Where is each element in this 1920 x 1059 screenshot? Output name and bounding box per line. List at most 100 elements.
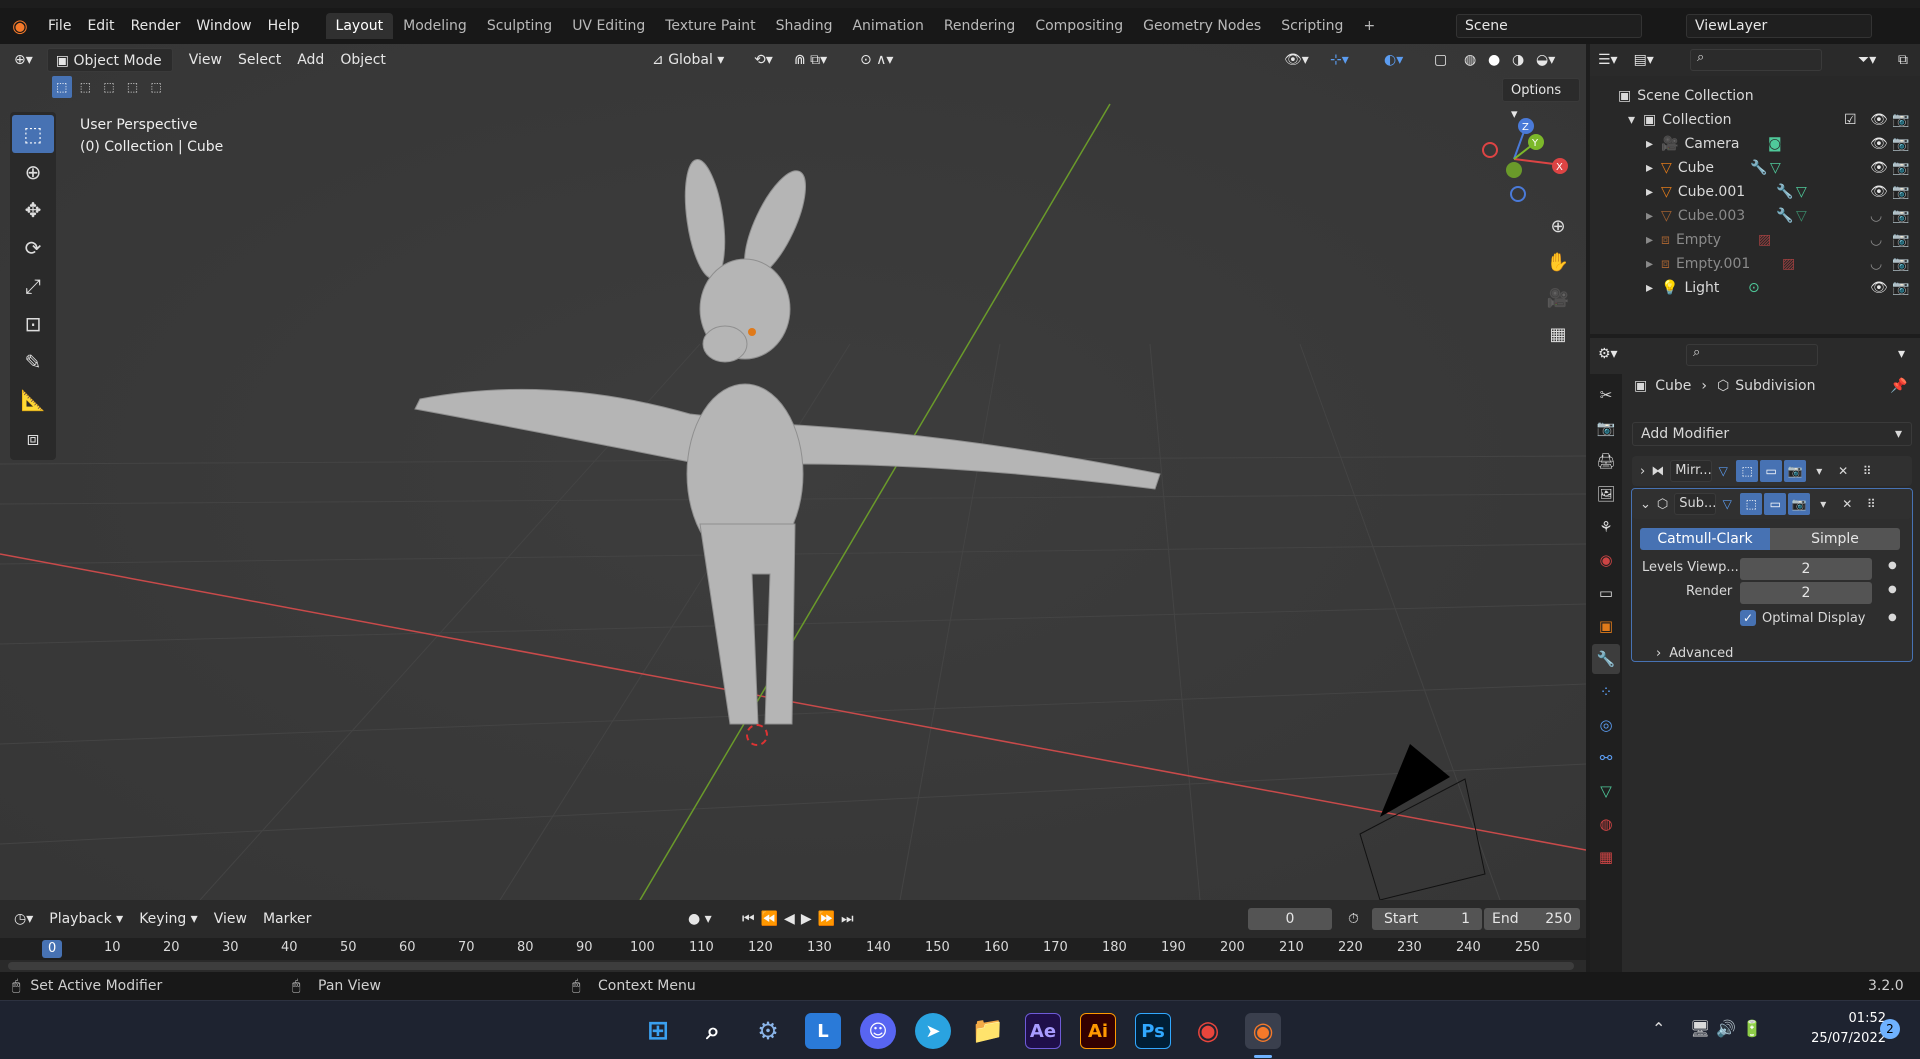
render-camera-icon[interactable]: 📷 (1892, 184, 1909, 200)
visibility-icon[interactable]: 👁▾ (1276, 48, 1317, 72)
tab-layout[interactable]: Layout (325, 13, 394, 39)
new-collection-icon[interactable]: ⧉ (1890, 48, 1916, 72)
select-extend-icon[interactable]: ⬚ (76, 76, 96, 98)
edit-cage-icon[interactable]: ▽ (1712, 460, 1734, 482)
mirror-modifier-header[interactable]: › ⧓ Mirr... ▽ ⬚ ▭ 📷 ▾ ✕ ⠿ (1632, 456, 1912, 486)
blender-app-icon[interactable]: ◉ (1245, 1013, 1281, 1049)
render-tab-icon[interactable]: 📷 (1592, 413, 1620, 443)
timeline-view-menu[interactable]: View (206, 907, 255, 931)
menu-view[interactable]: View (181, 48, 230, 72)
outliner-item-cube-001[interactable]: ▸ ▽ Cube.001 🔧 ▽ 👁 📷 (1590, 180, 1920, 204)
tab-modeling[interactable]: Modeling (393, 13, 477, 39)
output-tab-icon[interactable]: 🖨 (1592, 446, 1620, 476)
catmull-clark-button[interactable]: Catmull-Clark (1640, 528, 1770, 550)
keyframe-dot-icon[interactable]: ● (1888, 560, 1897, 571)
play-icon[interactable]: ▶ (801, 911, 818, 927)
collapse-chevron-icon[interactable]: ⌄ (1640, 497, 1651, 512)
collection-render-camera-icon[interactable]: 📷 (1892, 112, 1909, 128)
menu-select[interactable]: Select (230, 48, 289, 72)
add-workspace-icon[interactable]: + (1353, 13, 1385, 39)
world-tab-icon[interactable]: ◉ (1592, 545, 1620, 575)
drag-handle-icon[interactable]: ⠿ (1860, 493, 1882, 515)
editor-type-icon[interactable]: ⊕▾ (6, 48, 41, 72)
marker-menu[interactable]: Marker (255, 907, 319, 931)
tab-rendering[interactable]: Rendering (934, 13, 1026, 39)
scale-tool-icon[interactable]: ⤢ (12, 267, 54, 305)
settings-gear-icon[interactable]: ⚙ (750, 1013, 786, 1049)
jump-end-icon[interactable]: ⏭ (841, 911, 860, 927)
physics-tab-icon[interactable]: ◎ (1592, 710, 1620, 740)
scene-collection-row[interactable]: ▣ Scene Collection (1590, 84, 1920, 108)
image-data-icon[interactable]: ▨ (1782, 256, 1795, 272)
overlay-toggle-icon[interactable]: ◐▾ (1376, 48, 1411, 72)
move-tool-icon[interactable]: ✥ (12, 191, 54, 229)
outliner-search-input[interactable]: ⌕ (1690, 49, 1822, 71)
notification-badge[interactable]: 2 (1880, 1019, 1900, 1039)
playhead-frame[interactable]: 0 (42, 940, 63, 958)
object-tab-icon[interactable]: ▣ (1592, 611, 1620, 641)
prev-keyframe-icon[interactable]: ⏪ (761, 911, 784, 927)
measure-tool-icon[interactable]: 📐 (12, 381, 54, 419)
menu-window[interactable]: Window (188, 14, 259, 38)
levels-viewport-field[interactable]: 2 (1740, 558, 1872, 580)
telegram-icon[interactable]: ➤ (915, 1013, 951, 1049)
tab-shading[interactable]: Shading (766, 13, 843, 39)
app-l-icon[interactable]: L (805, 1013, 841, 1049)
options-dropdown[interactable]: Options ▾ (1502, 78, 1580, 122)
modifier-tab-icon[interactable]: 🔧 (1592, 644, 1620, 674)
expand-icon[interactable]: ▸ (1646, 184, 1653, 200)
ortho-grid-icon[interactable]: ▦ (1542, 318, 1574, 350)
view-layer-selector[interactable]: ViewLayer (1686, 14, 1872, 38)
current-frame-field[interactable]: 0 (1248, 908, 1332, 930)
expand-chevron-icon[interactable]: › (1640, 464, 1645, 479)
timeline-scrollbar[interactable] (8, 962, 1574, 970)
keyframe-dot-icon[interactable]: ● (1888, 612, 1897, 623)
remove-modifier-icon[interactable]: ✕ (1836, 493, 1858, 515)
constraints-tab-icon[interactable]: ⚯ (1592, 743, 1620, 773)
render-levels-field[interactable]: 2 (1740, 582, 1872, 604)
mesh-data-icon[interactable]: ▽ (1770, 160, 1781, 176)
photoshop-icon[interactable]: Ps (1135, 1013, 1171, 1049)
modifier-wrench-icon[interactable]: 🔧 (1750, 160, 1767, 176)
rabbit-model[interactable] (400, 144, 1180, 784)
image-data-icon[interactable]: ▨ (1758, 232, 1771, 248)
render-camera-icon[interactable]: 📷 (1892, 232, 1909, 248)
select-invert-icon[interactable]: ⬚ (123, 76, 143, 98)
search-icon[interactable]: ⌕ (695, 1013, 731, 1049)
render-camera-icon[interactable]: 📷 (1892, 256, 1909, 272)
expand-icon[interactable]: ▸ (1646, 208, 1653, 224)
remove-modifier-icon[interactable]: ✕ (1832, 460, 1854, 482)
expand-icon[interactable]: ▸ (1646, 256, 1653, 272)
discord-icon[interactable]: ☺ (860, 1013, 896, 1049)
editor-type-properties-icon[interactable]: ⚙▾ (1590, 342, 1626, 366)
visibility-eye-icon[interactable]: 👁 (1870, 136, 1888, 152)
modifier-wrench-icon[interactable]: 🔧 (1776, 184, 1793, 200)
pivot-icon[interactable]: ⟲▾ (746, 48, 781, 72)
blender-logo-icon[interactable]: ◉ (0, 16, 40, 37)
render-toggle-icon[interactable]: 📷 (1788, 493, 1811, 515)
outliner-item-camera[interactable]: ▸ 🎥 Camera ◙ 👁 📷 (1590, 132, 1920, 156)
camera-data-icon[interactable]: ◙ (1768, 136, 1782, 152)
menu-edit[interactable]: Edit (79, 14, 122, 38)
keyframe-dot-icon[interactable]: ● (1888, 584, 1897, 595)
options-chevron-icon[interactable]: ▾ (1812, 493, 1834, 515)
render-camera-icon[interactable]: 📷 (1892, 280, 1909, 296)
menu-add[interactable]: Add (289, 48, 332, 72)
outliner-item-cube[interactable]: ▸ ▽ Cube 🔧 ▽ 👁 📷 (1590, 156, 1920, 180)
clock[interactable]: 01:52 25/07/2022 (1786, 1009, 1886, 1049)
navigation-gizmo[interactable]: Z Y X (1474, 114, 1574, 214)
end-frame-field[interactable]: End 250 (1484, 908, 1580, 930)
modifier-wrench-icon[interactable]: 🔧 (1776, 208, 1793, 224)
mesh-data-icon[interactable]: ▽ (1796, 184, 1807, 200)
keying-dropdown[interactable]: Keying ▾ (131, 907, 206, 931)
camera-view-icon[interactable]: 🎥 (1542, 282, 1574, 314)
tab-texture-paint[interactable]: Texture Paint (655, 13, 765, 39)
collection-tab-icon[interactable]: ▭ (1592, 578, 1620, 608)
record-icon[interactable]: ● ▾ (680, 907, 720, 931)
shading-rendered-icon[interactable]: ◒▾ (1528, 48, 1563, 72)
tray-chevron-icon[interactable]: ⌃ (1652, 1019, 1665, 1038)
panel-options-chevron-icon[interactable]: ▾ (1890, 342, 1913, 366)
next-keyframe-icon[interactable]: ⏩ (818, 911, 841, 927)
hidden-eye-icon[interactable]: ◡ (1870, 208, 1882, 224)
visibility-eye-icon[interactable]: 👁 (1870, 184, 1888, 200)
